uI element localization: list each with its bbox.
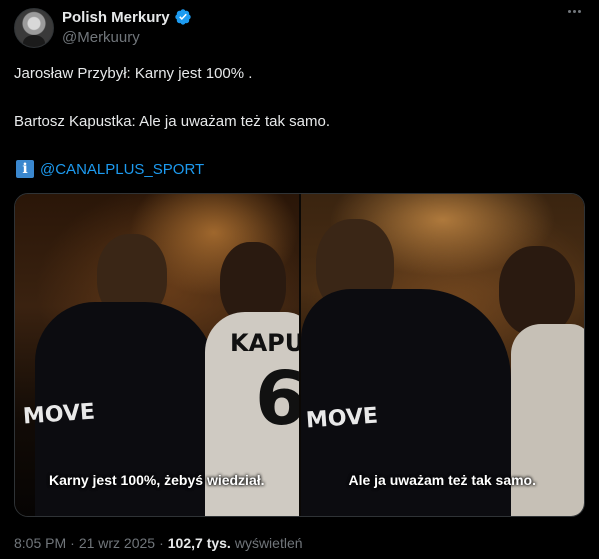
- tweet-text-line: Bartosz Kapustka: Ale ja uważam też tak …: [14, 113, 330, 130]
- video-frame-right[interactable]: MOVE Ale ja uważam też tak samo.: [300, 194, 584, 516]
- player-head: [498, 246, 575, 336]
- jersey-number-text: 6: [255, 362, 299, 436]
- tweet-text-line: Jarosław Przybył: Karny jest 100% .: [14, 65, 253, 82]
- video-subtitle: Ale ja uważam też tak samo.: [348, 472, 537, 488]
- source-row: i @CANALPLUS_SPORT: [16, 160, 204, 178]
- jersey-name-text: KAPU: [230, 329, 299, 357]
- source-mention-link[interactable]: @CANALPLUS_SPORT: [40, 161, 204, 178]
- avatar[interactable]: [14, 8, 54, 48]
- meta-separator: ·: [159, 535, 164, 551]
- video-subtitle: Karny jest 100%, żebyś wiedział.: [48, 472, 265, 488]
- tweet-meta: 8:05 PM · 21 wrz 2025 · 102,7 tys. wyświ…: [14, 535, 303, 551]
- verified-badge-icon[interactable]: [174, 8, 192, 26]
- views-count: 102,7 tys.: [167, 535, 231, 551]
- meta-separator: ·: [70, 535, 75, 551]
- views-label: wyświetleń: [234, 535, 303, 551]
- video-frame-left[interactable]: MOVE KAPU 6 Karny jest 100%, żebyś wiedz…: [15, 194, 299, 516]
- shirt-sponsor-text: MOVE: [22, 399, 96, 430]
- tweet-time[interactable]: 8:05 PM: [14, 535, 66, 551]
- video-media[interactable]: MOVE KAPU 6 Karny jest 100%, żebyś wiedz…: [14, 193, 585, 517]
- more-options-icon[interactable]: [568, 10, 581, 13]
- author-name-row: Polish Merkury: [62, 8, 192, 26]
- author-display-name[interactable]: Polish Merkury: [62, 9, 170, 26]
- author-handle[interactable]: @Merkuury: [62, 29, 140, 46]
- shirt-sponsor-text: MOVE: [304, 403, 379, 434]
- info-icon: i: [16, 160, 34, 178]
- tweet-date[interactable]: 21 wrz 2025: [79, 535, 155, 551]
